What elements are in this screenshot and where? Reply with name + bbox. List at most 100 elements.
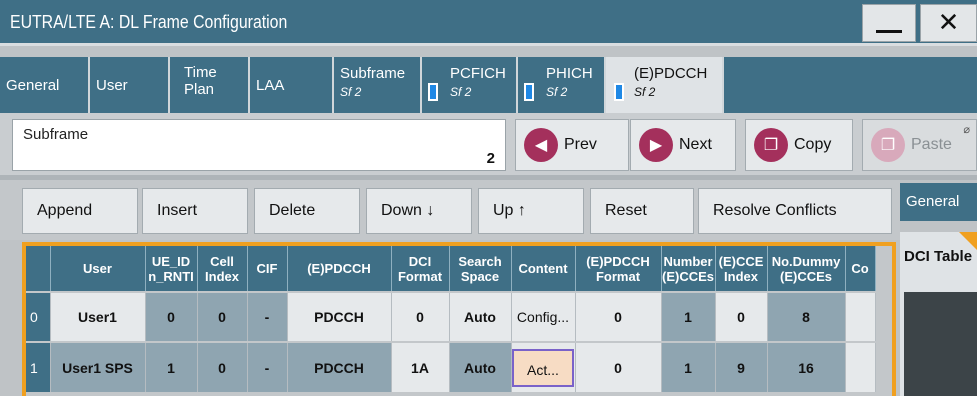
dci-table-content [904, 292, 977, 396]
prev-button[interactable]: ◀ Prev [515, 119, 629, 171]
tab-sublabel: Sf 2 [340, 85, 362, 99]
cell-epdcch-format[interactable]: 0 [575, 341, 662, 392]
tab-label: PHICH [546, 65, 593, 82]
minimize-icon [876, 29, 902, 33]
col-header-ue-id: UE_ID n_RNTI [145, 246, 198, 292]
tab-general[interactable]: General [0, 57, 90, 113]
cell-cce-index[interactable]: 9 [715, 341, 768, 392]
table-frame: User UE_ID n_RNTI Cell Index CIF (E)PDCC… [22, 242, 896, 396]
row-index: 0 [26, 291, 51, 342]
next-button[interactable]: ▶ Next [630, 119, 736, 171]
col-header-epdcch-format: (E)PDCCH Format [575, 246, 662, 292]
cell-ue-id: 1 [145, 341, 198, 392]
down-label: Down ↓ [381, 202, 435, 219]
cell-number-cces: 1 [661, 341, 716, 392]
cell-search-space[interactable]: Auto [449, 291, 512, 342]
table-row[interactable]: 0 User1 0 0 - PDCCH 0 Auto Config... 0 1… [26, 291, 876, 342]
tab-pcfich[interactable]: PCFICH Sf 2 [422, 57, 518, 113]
tab-label: PCFICH [450, 65, 506, 82]
copy-icon: ❐ [754, 128, 788, 162]
table-viewport[interactable]: User UE_ID n_RNTI Cell Index CIF (E)PDCC… [26, 246, 892, 396]
cell-no-dummy-cces: 8 [767, 291, 846, 342]
disabled-mark-icon: ⌀ [963, 124, 970, 136]
move-up-button[interactable]: Up ↑ [478, 188, 584, 234]
tab-label: LAA [256, 77, 285, 94]
col-header-epdcch: (E)PDCCH [287, 246, 392, 292]
cell-cell-index: 0 [197, 341, 248, 392]
cell-number-cces: 1 [661, 291, 716, 342]
append-button[interactable]: Append [22, 188, 138, 234]
col-header-cif: CIF [247, 246, 288, 292]
tab-sublabel: Sf 2 [450, 85, 472, 99]
reset-button[interactable]: Reset [590, 188, 694, 234]
col-header-user: User [50, 246, 146, 292]
tab-phich[interactable]: PHICH Sf 2 [518, 57, 606, 113]
col-header-truncated: Co [845, 246, 876, 292]
copy-label: Copy [794, 136, 832, 153]
paste-button[interactable]: ❐ Paste ⌀ [862, 119, 977, 171]
subframe-field[interactable]: Subframe 2 [12, 119, 506, 171]
insert-button[interactable]: Insert [142, 188, 248, 234]
move-down-button[interactable]: Down ↓ [366, 188, 472, 234]
col-header-dci-format: DCI Format [391, 246, 450, 292]
cell-epdcch[interactable]: PDCCH [287, 341, 392, 392]
delete-label: Delete [269, 202, 316, 219]
cell-cif: - [247, 291, 288, 342]
enabled-indicator-icon [614, 83, 624, 101]
col-header-number-cces: Number (E)CCEs [661, 246, 716, 292]
cell-cce-index[interactable]: 0 [715, 291, 768, 342]
cell-user[interactable]: User1 [50, 291, 146, 342]
table-row[interactable]: 1 User1 SPS 1 0 - PDCCH 1A Auto Act... 0… [26, 341, 876, 392]
tab-label: Subframe [340, 65, 406, 82]
close-icon: ✕ [937, 8, 960, 38]
copy-button[interactable]: ❐ Copy [745, 119, 853, 171]
minimize-button[interactable] [862, 4, 916, 42]
cell-user[interactable]: User1 SPS [50, 341, 146, 392]
cell-no-dummy-cces: 16 [767, 341, 846, 392]
tab-label: (E)PDCCH [634, 65, 708, 82]
enabled-indicator-icon [524, 83, 534, 101]
reset-label: Reset [605, 202, 647, 219]
cell-truncated [845, 291, 876, 342]
cell-epdcch-format[interactable]: 0 [575, 291, 662, 342]
resolve-label: Resolve Conflicts [713, 202, 837, 219]
cell-cif: - [247, 341, 288, 392]
content-activate-button[interactable]: Act... [512, 348, 574, 387]
cell-cell-index: 0 [197, 291, 248, 342]
cell-dci-format[interactable]: 0 [391, 291, 450, 342]
resolve-conflicts-button[interactable]: Resolve Conflicts [698, 188, 892, 234]
tab-label-line2: Plan [184, 81, 215, 98]
col-header-content: Content [511, 246, 576, 292]
title-bar: EUTRA/LTE A: DL Frame Configuration ✕ [0, 0, 977, 46]
col-header-cell-index: Cell Index [197, 246, 248, 292]
close-button[interactable]: ✕ [920, 4, 977, 42]
enabled-indicator-icon [428, 83, 438, 101]
delete-button[interactable]: Delete [254, 188, 360, 234]
append-label: Append [37, 202, 93, 219]
cell-content-selected[interactable]: Act... [511, 341, 576, 392]
dci-table-label: DCI Table [904, 248, 973, 265]
cell-content[interactable]: Config... [511, 291, 576, 342]
tab-label: Time Plan [176, 64, 217, 98]
col-header-search-space: Search Space [449, 246, 512, 292]
cell-epdcch[interactable]: PDCCH [287, 291, 392, 342]
up-label: Up ↑ [493, 202, 526, 219]
cell-dci-format[interactable]: 1A [391, 341, 450, 392]
tab-sublabel: Sf 2 [634, 85, 656, 99]
tab-general-side[interactable]: General [900, 183, 977, 221]
tab-label-line1: Time [184, 64, 217, 81]
tab-epdcch[interactable]: (E)PDCCH Sf 2 [606, 57, 724, 113]
tab-subframe[interactable]: Subframe Sf 2 [334, 57, 422, 113]
tab-time-plan[interactable]: Time Plan [170, 57, 250, 113]
next-label: Next [679, 136, 712, 153]
tab-user[interactable]: User [90, 57, 170, 113]
table-header-row: User UE_ID n_RNTI Cell Index CIF (E)PDCC… [26, 246, 876, 292]
tab-bar: General User Time Plan LAA Subframe Sf 2 … [0, 57, 977, 113]
right-panel: General DCI Table [900, 180, 977, 396]
cell-search-space[interactable]: Auto [449, 341, 512, 392]
tab-laa[interactable]: LAA [250, 57, 334, 113]
subframe-value: 2 [486, 150, 495, 167]
col-header-no-dummy-cces: No.Dummy (E)CCEs [767, 246, 846, 292]
table-toolbar: Append Insert Delete Down ↓ Up ↑ Reset R… [0, 180, 900, 240]
subframe-row: Subframe 2 ◀ Prev ▶ Next ❐ Copy ❐ Paste … [0, 113, 977, 175]
